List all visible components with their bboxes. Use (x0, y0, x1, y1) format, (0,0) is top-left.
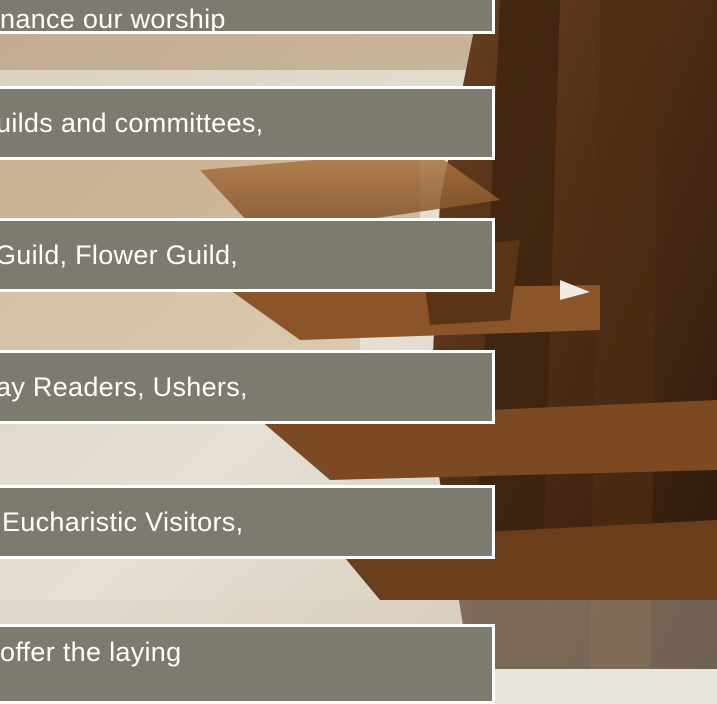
ministry-banner-6-text: offer the laying (0, 637, 182, 667)
ministry-banner-3-text: Guild, Flower Guild, (0, 239, 239, 270)
ministry-banner-2: uilds and committees, (0, 86, 495, 160)
ministry-banner-2-text: uilds and committees, (0, 107, 264, 138)
ministry-banner-1: nance our worship (0, 0, 495, 34)
ministry-banner-1-text: nance our worship (0, 3, 226, 34)
ministry-banner-5-text: Eucharistic Visitors, (2, 506, 244, 537)
ministry-banner-4-text: ay Readers, Ushers, (0, 371, 248, 402)
ministry-banner-5: Eucharistic Visitors, (0, 485, 495, 559)
ministry-banner-6: offer the laying (0, 624, 495, 704)
ministry-banner-3: Guild, Flower Guild, (0, 218, 495, 292)
ministry-banner-4: ay Readers, Ushers, (0, 350, 495, 424)
